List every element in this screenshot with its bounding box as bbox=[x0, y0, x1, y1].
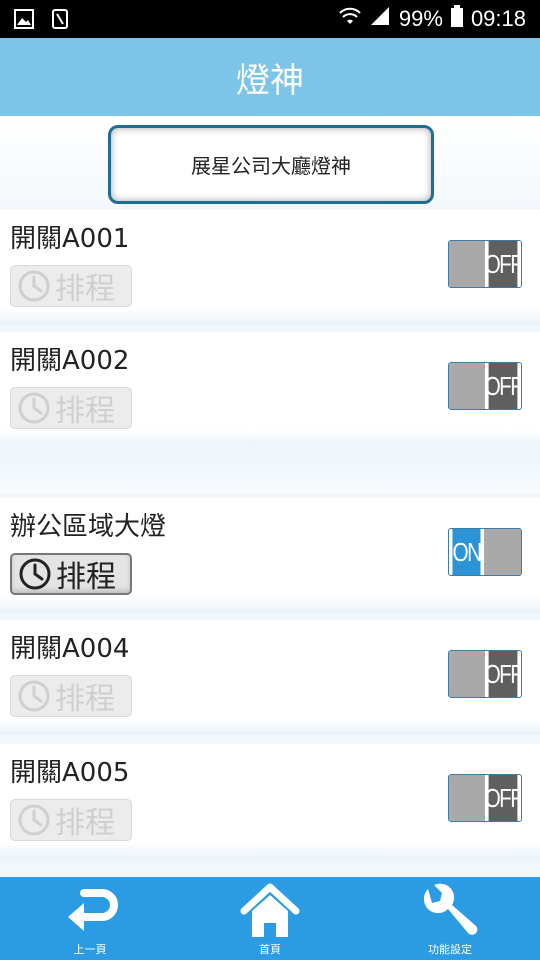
bottom-nav: 上一頁 首頁 功能設定 bbox=[0, 877, 540, 960]
toggle-knob bbox=[484, 529, 521, 575]
nav-home-button[interactable]: 首頁 bbox=[210, 877, 330, 960]
battery-icon bbox=[450, 5, 463, 33]
gallery-notification-icon bbox=[14, 9, 34, 33]
device-notification-icon bbox=[52, 9, 68, 33]
toggle-knob bbox=[449, 363, 485, 409]
app-header: 燈神 bbox=[0, 38, 540, 116]
switch-row: 開關A004 排程 OFF bbox=[0, 620, 540, 735]
power-toggle[interactable]: OFF bbox=[448, 774, 522, 822]
switch-name: 開關A001 bbox=[10, 224, 130, 254]
clock-icon bbox=[18, 270, 50, 302]
schedule-label: 排程 bbox=[55, 394, 115, 429]
switch-row: 開關A005 排程 OFF bbox=[0, 744, 540, 859]
nav-settings-label: 功能設定 bbox=[428, 943, 472, 956]
toggle-state-label: OFF bbox=[485, 363, 521, 409]
switch-name: 開關A004 bbox=[10, 634, 130, 664]
schedule-button[interactable]: 排程 bbox=[10, 387, 132, 429]
schedule-button[interactable]: 排程 bbox=[10, 799, 132, 841]
signal-icon bbox=[369, 5, 391, 33]
page-title: 燈神 bbox=[236, 60, 304, 101]
switch-row: 開關A001 排程 OFF bbox=[0, 210, 540, 325]
switch-name: 開關A002 bbox=[10, 346, 130, 376]
switch-row: 辦公區域大燈排程 ON bbox=[0, 498, 540, 613]
clock: 09:18 bbox=[470, 6, 526, 31]
schedule-button[interactable]: 排程 bbox=[10, 675, 132, 717]
schedule-button[interactable]: 排程 bbox=[10, 553, 132, 595]
back-arrow-icon bbox=[68, 889, 118, 931]
schedule-label: 排程 bbox=[56, 560, 116, 595]
home-icon bbox=[240, 883, 300, 937]
schedule-button[interactable]: 排程 bbox=[10, 265, 132, 307]
status-bar: 99% 09:18 bbox=[0, 0, 540, 38]
power-toggle[interactable]: OFF bbox=[448, 650, 522, 698]
toggle-state-label: OFF bbox=[485, 241, 521, 287]
toggle-state-label: OFF bbox=[485, 651, 521, 697]
toggle-knob bbox=[449, 651, 485, 697]
power-toggle[interactable]: OFF bbox=[448, 362, 522, 410]
power-toggle[interactable]: OFF bbox=[448, 240, 522, 288]
switch-name: 辦公區域大燈 bbox=[10, 512, 167, 542]
clock-icon bbox=[18, 804, 50, 836]
toggle-state-label: OFF bbox=[485, 775, 521, 821]
toggle-knob bbox=[449, 775, 485, 821]
switch-name: 開關A005 bbox=[10, 758, 130, 788]
battery-percent: 99% bbox=[398, 6, 443, 31]
switch-row: 開關A002 排程 OFF bbox=[0, 332, 540, 447]
schedule-label: 排程 bbox=[55, 682, 115, 717]
schedule-label: 排程 bbox=[55, 806, 115, 841]
power-toggle[interactable]: ON bbox=[448, 528, 522, 576]
nav-settings-button[interactable]: 功能設定 bbox=[390, 877, 510, 960]
location-label: 展星公司大廳燈神 bbox=[191, 154, 351, 178]
wrench-icon bbox=[423, 883, 478, 935]
toggle-knob bbox=[449, 241, 485, 287]
clock-icon bbox=[19, 558, 51, 590]
schedule-label: 排程 bbox=[55, 272, 115, 307]
nav-back-button[interactable]: 上一頁 bbox=[30, 877, 150, 960]
clock-icon bbox=[18, 392, 50, 424]
nav-home-label: 首頁 bbox=[259, 943, 281, 956]
location-button[interactable]: 展星公司大廳燈神 bbox=[108, 125, 434, 204]
nav-back-label: 上一頁 bbox=[73, 943, 107, 956]
clock-icon bbox=[18, 680, 50, 712]
toggle-state-label: ON bbox=[452, 529, 482, 575]
wifi-icon bbox=[339, 5, 361, 33]
section-divider bbox=[0, 444, 540, 494]
location-section: 展星公司大廳燈神 bbox=[0, 116, 540, 210]
